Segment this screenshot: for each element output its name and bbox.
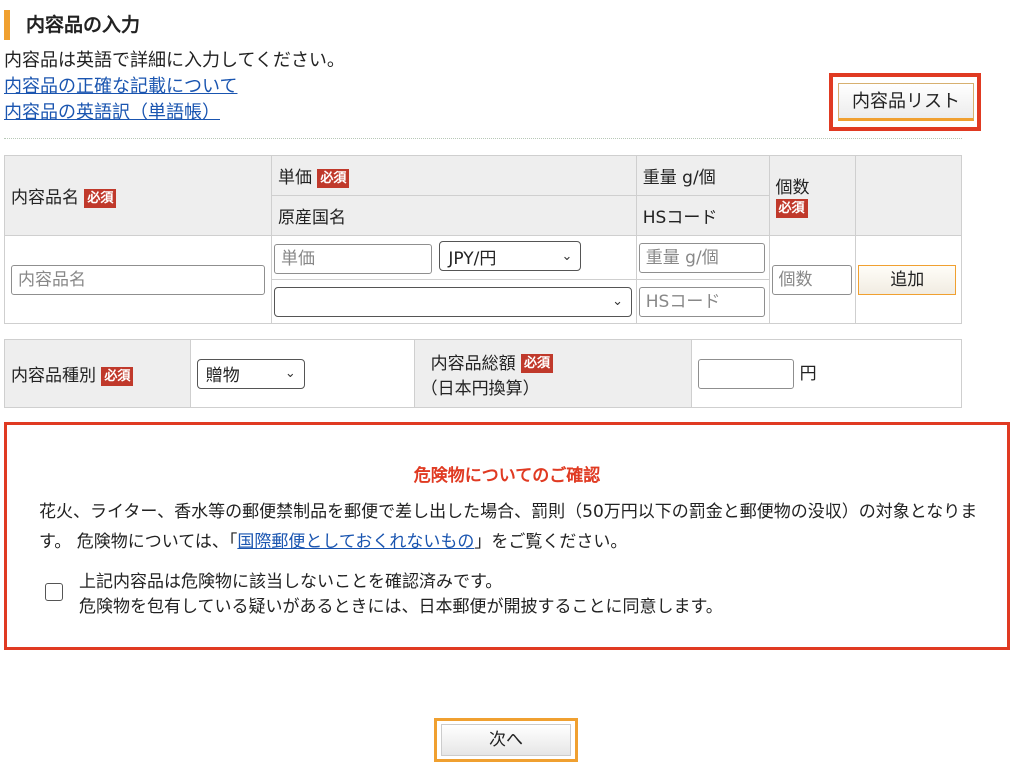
item-type-select[interactable]: 贈物 ⌄ xyxy=(196,358,305,389)
required-badge: 必須 xyxy=(520,354,553,373)
header-origin: 原産国名 xyxy=(271,195,637,236)
chevron-down-icon: ⌄ xyxy=(284,366,296,381)
header-quantity-label: 個数 xyxy=(775,178,810,198)
confirm-line-1: 上記内容品は危険物に該当しないことを確認済みです。 xyxy=(79,572,503,592)
header-empty xyxy=(855,155,962,236)
confirm-line-2: 危険物を包有している疑いがあるときには、日本郵便が開披することに同意します。 xyxy=(79,597,723,617)
cell-total-value: 円 xyxy=(691,339,962,408)
next-button[interactable]: 次へ xyxy=(441,724,571,756)
header-unit-price: 単価 必須 xyxy=(271,155,637,196)
header-total-value: 内容品総額 必須 （日本円換算） xyxy=(413,339,693,408)
header-hs-code: HSコード xyxy=(635,195,770,236)
dangerous-goods-title: 危険物についてのご確認 xyxy=(413,466,601,486)
origin-country-select[interactable]: ⌄ xyxy=(274,286,632,317)
header-item-type: 内容品種別 必須 xyxy=(4,339,191,408)
confirm-checkbox[interactable] xyxy=(45,583,63,601)
divider xyxy=(4,138,962,139)
total-value-input[interactable] xyxy=(698,358,795,389)
chevron-down-icon: ⌄ xyxy=(561,248,573,264)
header-unit-price-label: 単価 xyxy=(278,168,312,188)
header-weight: 重量 g/個 xyxy=(635,155,770,196)
weight-input[interactable] xyxy=(638,242,765,273)
yen-unit: 円 xyxy=(799,363,817,384)
dangerous-goods-panel: 危険物についてのご確認 花火、ライター、香水等の郵便禁制品を郵便で差し出した場合… xyxy=(4,422,1010,650)
item-type-label: 内容品種別 xyxy=(11,366,96,386)
confirm-checkbox-label[interactable]: 上記内容品は危険物に該当しないことを確認済みです。 危険物を包有している疑いがあ… xyxy=(79,570,723,620)
required-badge: 必須 xyxy=(317,168,350,188)
dangerous-goods-text: 花火、ライター、香水等の郵便禁制品を郵便で差し出した場合、罰則（50万円以下の罰… xyxy=(39,497,987,557)
quantity-input[interactable] xyxy=(771,264,852,295)
item-entry-table: 内容品名 必須 単価 必須 重量 g/個 個数 必須 原産国名 HSコード JP… xyxy=(4,155,962,324)
required-badge: 必須 xyxy=(101,366,134,386)
instruction-text: 内容品は英語で詳細に入力してください。 xyxy=(4,50,345,71)
cell-quantity xyxy=(768,235,857,324)
total-value-label: 内容品総額 xyxy=(430,353,516,374)
cell-weight xyxy=(635,235,770,280)
section-title: 内容品の入力 xyxy=(4,10,140,40)
header-quantity: 個数 必須 xyxy=(768,155,857,236)
item-list-button[interactable]: 内容品リスト xyxy=(838,83,974,121)
required-badge: 必須 xyxy=(84,188,117,208)
currency-select[interactable]: JPY/円 ⌄ xyxy=(439,241,582,272)
cell-hs-code xyxy=(635,279,770,324)
cell-origin: ⌄ xyxy=(271,279,637,324)
unit-price-input[interactable] xyxy=(274,243,432,274)
prohibited-items-link[interactable]: 国際郵便としておくれないもの xyxy=(237,532,474,552)
item-type-select-value: 贈物 xyxy=(205,366,240,386)
warning-body-part2: 」をご覧ください。 xyxy=(474,532,628,552)
cell-item-name xyxy=(4,235,272,324)
accurate-description-link[interactable]: 内容品の正確な記載について xyxy=(4,76,237,97)
total-value-sublabel: （日本円換算） xyxy=(420,378,540,399)
currency-select-value: JPY/円 xyxy=(448,248,497,269)
cell-add: 追加 xyxy=(855,235,962,324)
summary-table: 内容品種別 必須 贈物 ⌄ 内容品総額 必須 （日本円換算） 円 xyxy=(4,339,962,408)
english-glossary-link[interactable]: 内容品の英語訳（単語帳） xyxy=(4,102,220,123)
hs-code-input[interactable] xyxy=(638,286,765,317)
header-item-name: 内容品名 必須 xyxy=(4,155,272,236)
cell-item-type: 贈物 ⌄ xyxy=(189,339,415,408)
required-badge: 必須 xyxy=(775,198,808,218)
chevron-down-icon: ⌄ xyxy=(612,294,623,309)
cell-unit-price: JPY/円 ⌄ xyxy=(271,235,637,280)
intro-block: 内容品は英語で詳細に入力してください。 内容品の正確な記載について 内容品の英語… xyxy=(4,48,345,126)
add-item-button[interactable]: 追加 xyxy=(858,264,957,295)
header-item-name-label: 内容品名 xyxy=(11,188,79,208)
item-name-input[interactable] xyxy=(11,264,265,295)
